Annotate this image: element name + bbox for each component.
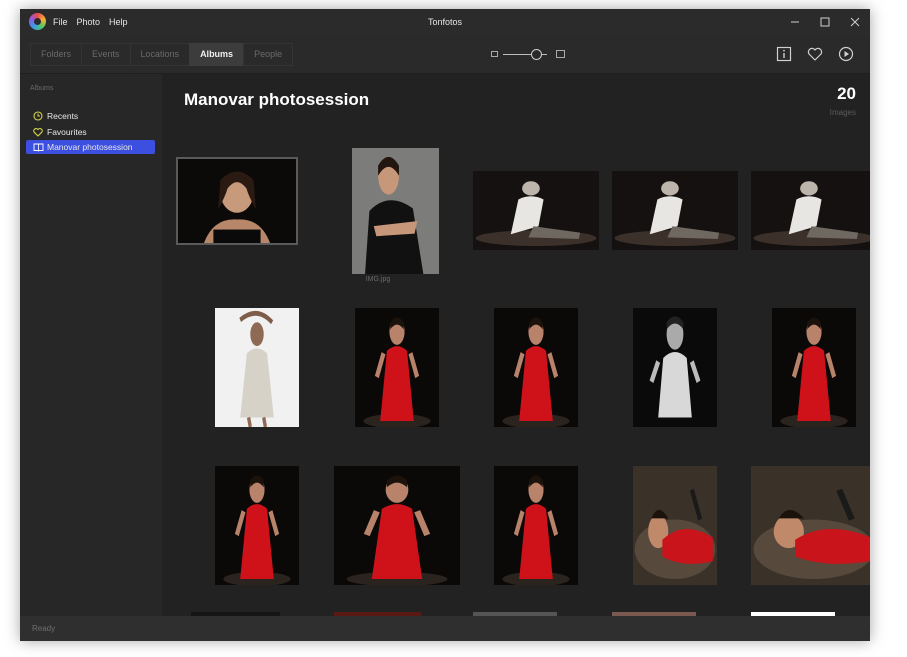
window-title: Tonfotos — [427, 17, 463, 27]
photo-image — [633, 308, 717, 427]
favourite-button[interactable] — [805, 44, 825, 64]
photo-thumbnail[interactable] — [772, 308, 856, 427]
page-title: Manovar photosession — [184, 90, 370, 109]
photo-thumbnail[interactable] — [494, 466, 578, 585]
image-count-label: Images — [829, 108, 856, 117]
photo-thumbnail[interactable] — [633, 466, 717, 585]
info-icon — [776, 46, 792, 62]
photo-image — [178, 159, 296, 243]
tab-locations[interactable]: Locations — [129, 43, 191, 66]
maximize-button[interactable] — [810, 9, 840, 35]
sidebar-item-recents[interactable]: Recents — [26, 109, 155, 123]
photo-image — [494, 466, 578, 585]
large-thumbnails-icon — [556, 50, 565, 58]
photo-image — [612, 171, 738, 250]
photo-thumbnail[interactable] — [334, 466, 460, 585]
info-button[interactable] — [774, 44, 794, 64]
photo-image — [772, 308, 856, 427]
close-button[interactable] — [840, 9, 870, 35]
sidebar: Albums Recents Favourites Manovar photos… — [20, 74, 162, 616]
heart-icon — [33, 128, 43, 137]
small-thumbnails-icon — [491, 51, 498, 57]
tab-folders[interactable]: Folders — [30, 43, 83, 66]
title-bar: File Photo Help Tonfotos — [20, 9, 870, 35]
heart-icon — [807, 47, 823, 61]
photo-thumbnail[interactable] — [633, 308, 717, 427]
photo-thumbnail[interactable] — [751, 466, 870, 585]
menu-photo[interactable]: Photo — [77, 17, 101, 27]
tab-albums[interactable]: Albums — [189, 43, 245, 66]
album-view: Manovar photosession 20 Images IMG.jpg — [162, 74, 870, 616]
photo-caption: IMG.jpg — [365, 276, 391, 283]
window-controls — [780, 9, 870, 35]
zoom-handle[interactable] — [531, 49, 542, 60]
close-icon — [850, 17, 860, 27]
sidebar-item-label: Manovar photosession — [47, 142, 133, 152]
image-count: 20 — [837, 84, 856, 103]
minimize-icon — [791, 21, 799, 23]
tab-events[interactable]: Events — [81, 43, 131, 66]
photo-thumbnail[interactable] — [176, 157, 298, 245]
photo-thumbnail[interactable] — [355, 308, 439, 427]
clock-icon — [33, 111, 43, 121]
view-tabs: Folders Events Locations Albums People — [30, 43, 294, 66]
photo-image — [751, 171, 870, 250]
sidebar-heading: Albums — [30, 85, 54, 92]
status-text: Ready — [32, 624, 56, 633]
minimize-button[interactable] — [780, 9, 810, 35]
photo-image — [215, 308, 299, 427]
menu-bar: File Photo Help — [53, 9, 128, 35]
toolbar: Folders Events Locations Albums People — [20, 35, 870, 74]
photo-image — [494, 308, 578, 427]
photo-image — [334, 466, 460, 585]
photo-thumbnail[interactable] — [612, 171, 738, 250]
photo-image — [355, 308, 439, 427]
photo-thumbnail[interactable] — [473, 171, 599, 250]
menu-file[interactable]: File — [53, 17, 68, 27]
menu-help[interactable]: Help — [109, 17, 128, 27]
play-icon — [838, 46, 854, 62]
status-bar: Ready — [20, 616, 870, 641]
toolbar-actions — [774, 44, 856, 64]
album-book-icon — [33, 143, 44, 152]
sidebar-item-label: Favourites — [47, 127, 87, 137]
app-window: File Photo Help Tonfotos Folders Events … — [20, 9, 870, 641]
photo-thumbnail[interactable] — [751, 171, 870, 250]
photo-image — [751, 466, 870, 585]
photo-thumbnail[interactable] — [494, 308, 578, 427]
photo-image — [215, 466, 299, 585]
sidebar-item-manovar-photosession[interactable]: Manovar photosession — [26, 140, 155, 154]
app-logo-icon — [29, 13, 46, 30]
photo-image — [473, 171, 599, 250]
slideshow-button[interactable] — [836, 44, 856, 64]
photo-image — [633, 466, 717, 585]
sidebar-item-favourites[interactable]: Favourites — [26, 125, 155, 139]
photo-image — [352, 148, 439, 274]
photo-thumbnail[interactable] — [215, 466, 299, 585]
photo-thumbnail[interactable] — [215, 308, 299, 427]
maximize-icon — [820, 17, 830, 27]
zoom-slider[interactable] — [491, 47, 591, 61]
sidebar-item-label: Recents — [47, 111, 79, 121]
tab-people[interactable]: People — [243, 43, 294, 66]
photo-thumbnail[interactable] — [352, 148, 439, 274]
